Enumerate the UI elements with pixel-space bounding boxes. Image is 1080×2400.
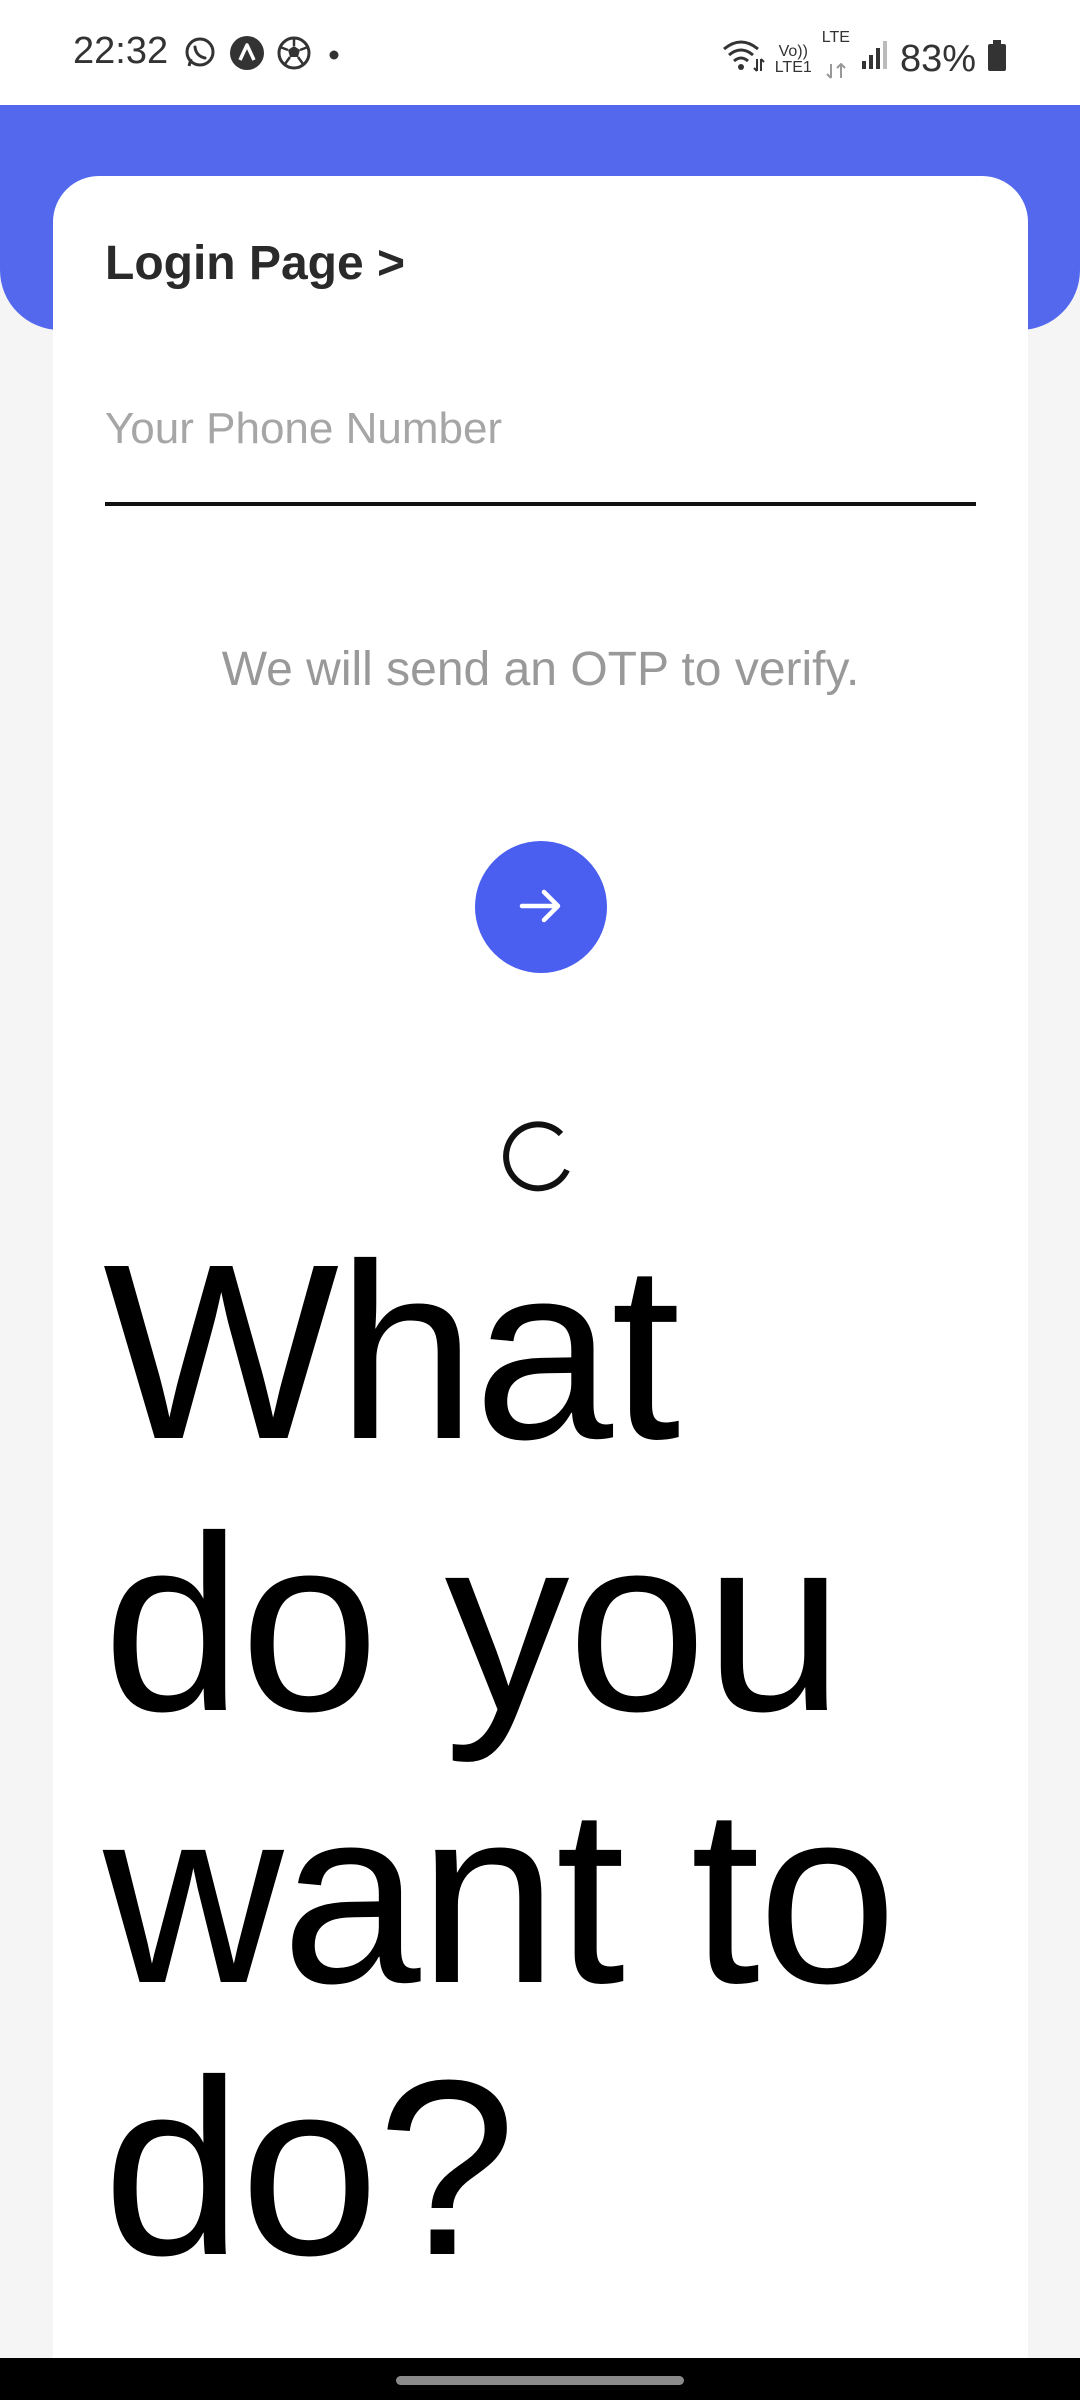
page-title: Login Page > — [105, 237, 406, 290]
football-icon — [276, 35, 312, 76]
login-card: Login Page > We will send an OTP to veri… — [53, 176, 1028, 2400]
battery-percent: 83% — [899, 38, 976, 80]
battery-icon — [986, 37, 1008, 83]
next-button[interactable] — [475, 841, 607, 973]
question-heading: What do you want to do? — [103, 1212, 897, 2307]
home-handle[interactable] — [396, 2376, 684, 2385]
notification-icons — [182, 34, 346, 77]
status-right: Vo)) LTE1 LTE 83% — [721, 30, 1008, 89]
whatsapp-icon — [182, 35, 218, 76]
wifi-icon — [721, 37, 765, 83]
dot-icon — [322, 35, 346, 76]
lte1-label: LTE1 — [774, 58, 812, 76]
lte-label: LTE — [821, 29, 850, 46]
loading-spinner-icon — [501, 1114, 581, 1194]
otp-note: We will send an OTP to verify. — [221, 643, 860, 696]
signal-icon — [860, 37, 890, 83]
status-bar: 22:32 Vo)) LTE1 LTE 83% — [0, 0, 1080, 105]
app-a-icon — [228, 34, 266, 77]
arrow-right-icon — [514, 879, 568, 936]
phone-number-input[interactable] — [105, 396, 976, 506]
volte-label: Vo)) — [778, 42, 808, 60]
volte-indicator: Vo)) LTE1 — [774, 42, 812, 76]
navigation-bar — [0, 2358, 1080, 2400]
status-time: 22:32 — [73, 30, 169, 72]
data-arrows-icon — [825, 46, 847, 89]
lte-indicator: LTE — [822, 30, 850, 89]
app-screen: 22:32 Vo)) LTE1 LTE 83% Login Page > You… — [0, 0, 1080, 2400]
